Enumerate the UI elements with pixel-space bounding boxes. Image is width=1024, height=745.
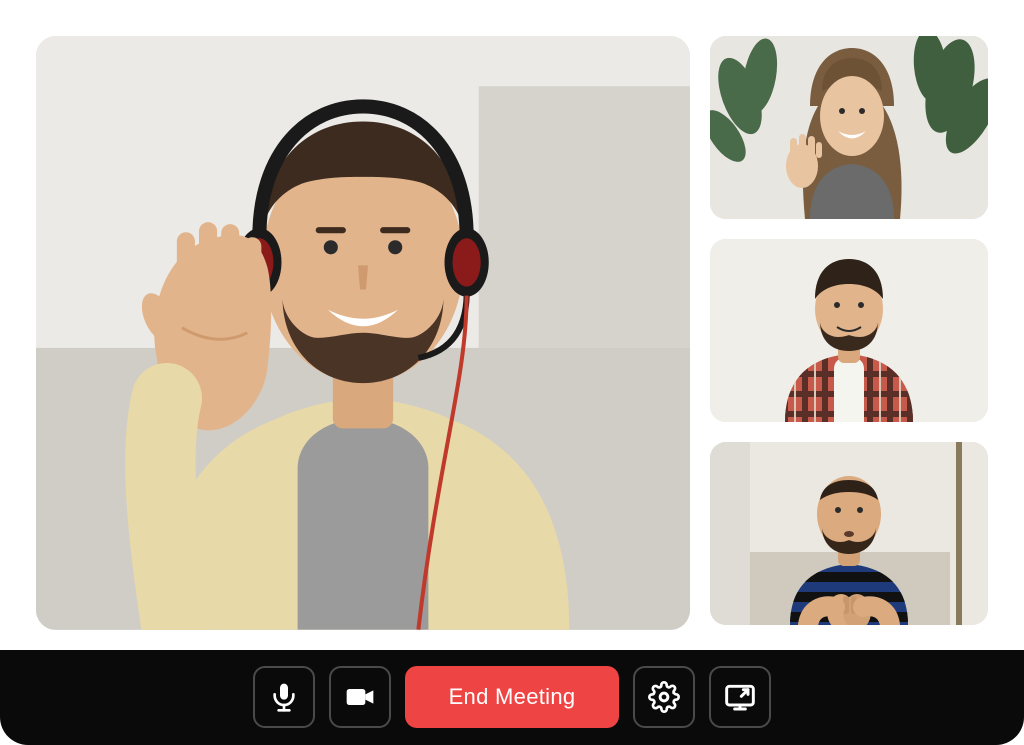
main-participant-video[interactable] [36,36,690,630]
participant-thumbnail-3[interactable] [710,442,988,625]
meeting-toolbar: End Meeting [0,650,1024,745]
gear-icon [648,681,680,713]
person-waving-headset-icon [36,36,690,630]
participant-thumbnail-1[interactable] [710,36,988,219]
end-meeting-button[interactable]: End Meeting [405,666,620,728]
participant-thumbnail-2[interactable] [710,239,988,422]
video-conference-window: End Meeting [0,0,1024,745]
person-waving-woman-icon [710,36,988,219]
camera-button[interactable] [329,666,391,728]
screen-share-icon [724,681,756,713]
microphone-button[interactable] [253,666,315,728]
settings-button[interactable] [633,666,695,728]
video-grid [0,0,1024,650]
end-meeting-label: End Meeting [449,684,576,710]
person-clasped-hands-icon [710,442,988,625]
camera-icon [344,681,376,713]
participant-thumbnails [710,36,988,630]
microphone-icon [268,681,300,713]
screen-share-button[interactable] [709,666,771,728]
person-plaid-shirt-icon [710,239,988,422]
